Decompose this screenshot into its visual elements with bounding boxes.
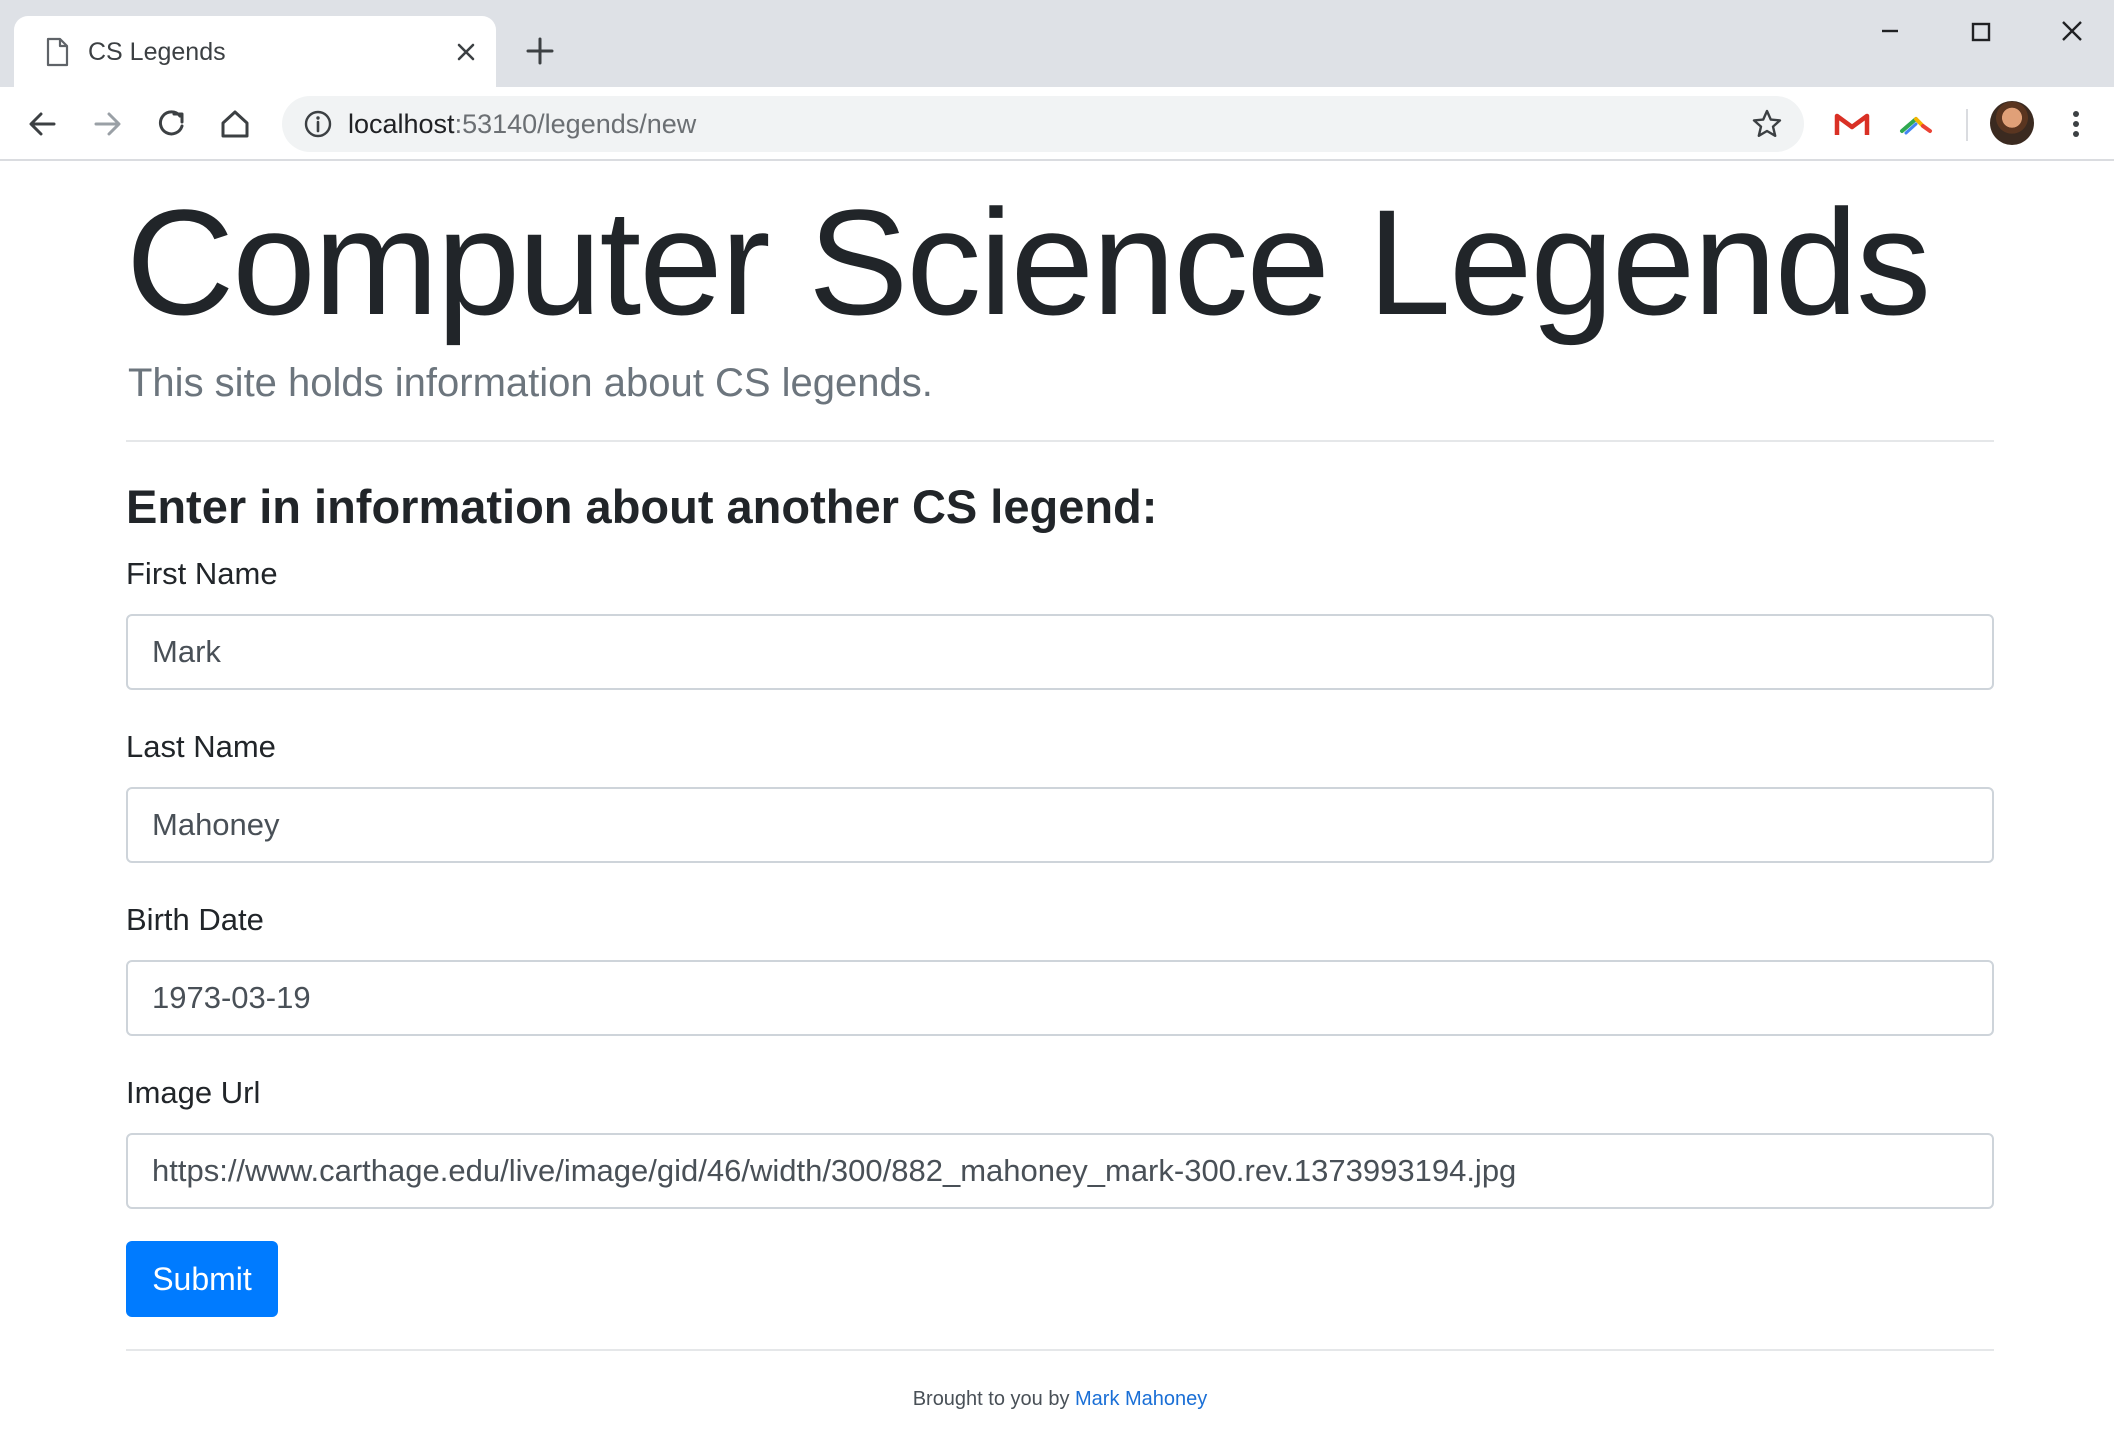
toolbar-divider (1966, 109, 1968, 141)
image-url-label: Image Url (126, 1075, 261, 1110)
close-icon[interactable] (2042, 10, 2102, 54)
author-link[interactable]: Mark Mahoney (1075, 1388, 1207, 1410)
plus-icon[interactable] (521, 32, 559, 70)
form-heading: Enter in information about another CS le… (126, 480, 1158, 533)
minimize-icon[interactable] (1860, 10, 1920, 54)
first-name-label: First Name (126, 556, 278, 591)
star-icon[interactable] (1750, 107, 1784, 141)
page-content: Computer Science Legends This site holds… (0, 161, 2114, 1448)
forward-arrow-icon[interactable] (86, 103, 128, 145)
profile-avatar[interactable] (1990, 101, 2034, 145)
tab-strip: CS Legends (0, 0, 2114, 87)
address-url[interactable]: localhost:53140/legends/new (348, 108, 696, 140)
maximize-icon[interactable] (1950, 10, 2010, 54)
url-host: localhost (348, 109, 455, 139)
reload-icon[interactable] (150, 103, 192, 145)
browser-tab[interactable]: CS Legends (14, 16, 496, 87)
gmail-icon[interactable] (1832, 105, 1872, 145)
footer: Brought to you by Mark Mahoney (126, 1385, 1994, 1413)
last-name-input[interactable] (126, 787, 1994, 863)
close-icon[interactable] (450, 36, 482, 68)
image-url-input[interactable] (126, 1133, 1994, 1209)
submit-button[interactable]: Submit (126, 1241, 278, 1317)
page-icon (46, 37, 69, 67)
page-title: Computer Science Legends (126, 178, 1931, 346)
birth-date-input[interactable] (126, 960, 1994, 1036)
birth-date-label: Birth Date (126, 902, 264, 937)
url-path: :53140/legends/new (454, 109, 697, 139)
last-name-label: Last Name (126, 729, 276, 764)
home-icon[interactable] (214, 103, 256, 145)
divider (126, 440, 1994, 442)
first-name-input[interactable] (126, 614, 1994, 690)
page-lead: This site holds information about CS leg… (128, 361, 933, 405)
rainbow-extension-icon[interactable] (1896, 105, 1936, 145)
kebab-menu-icon[interactable] (2056, 103, 2096, 145)
footer-text: Brought to you by (912, 1388, 1076, 1410)
back-arrow-icon[interactable] (22, 103, 64, 145)
info-icon[interactable] (302, 108, 334, 140)
divider (126, 1349, 1994, 1351)
browser-toolbar: localhost:53140/legends/new (0, 87, 2114, 161)
tab-title: CS Legends (88, 38, 226, 66)
address-bar[interactable]: localhost:53140/legends/new (282, 96, 1804, 152)
